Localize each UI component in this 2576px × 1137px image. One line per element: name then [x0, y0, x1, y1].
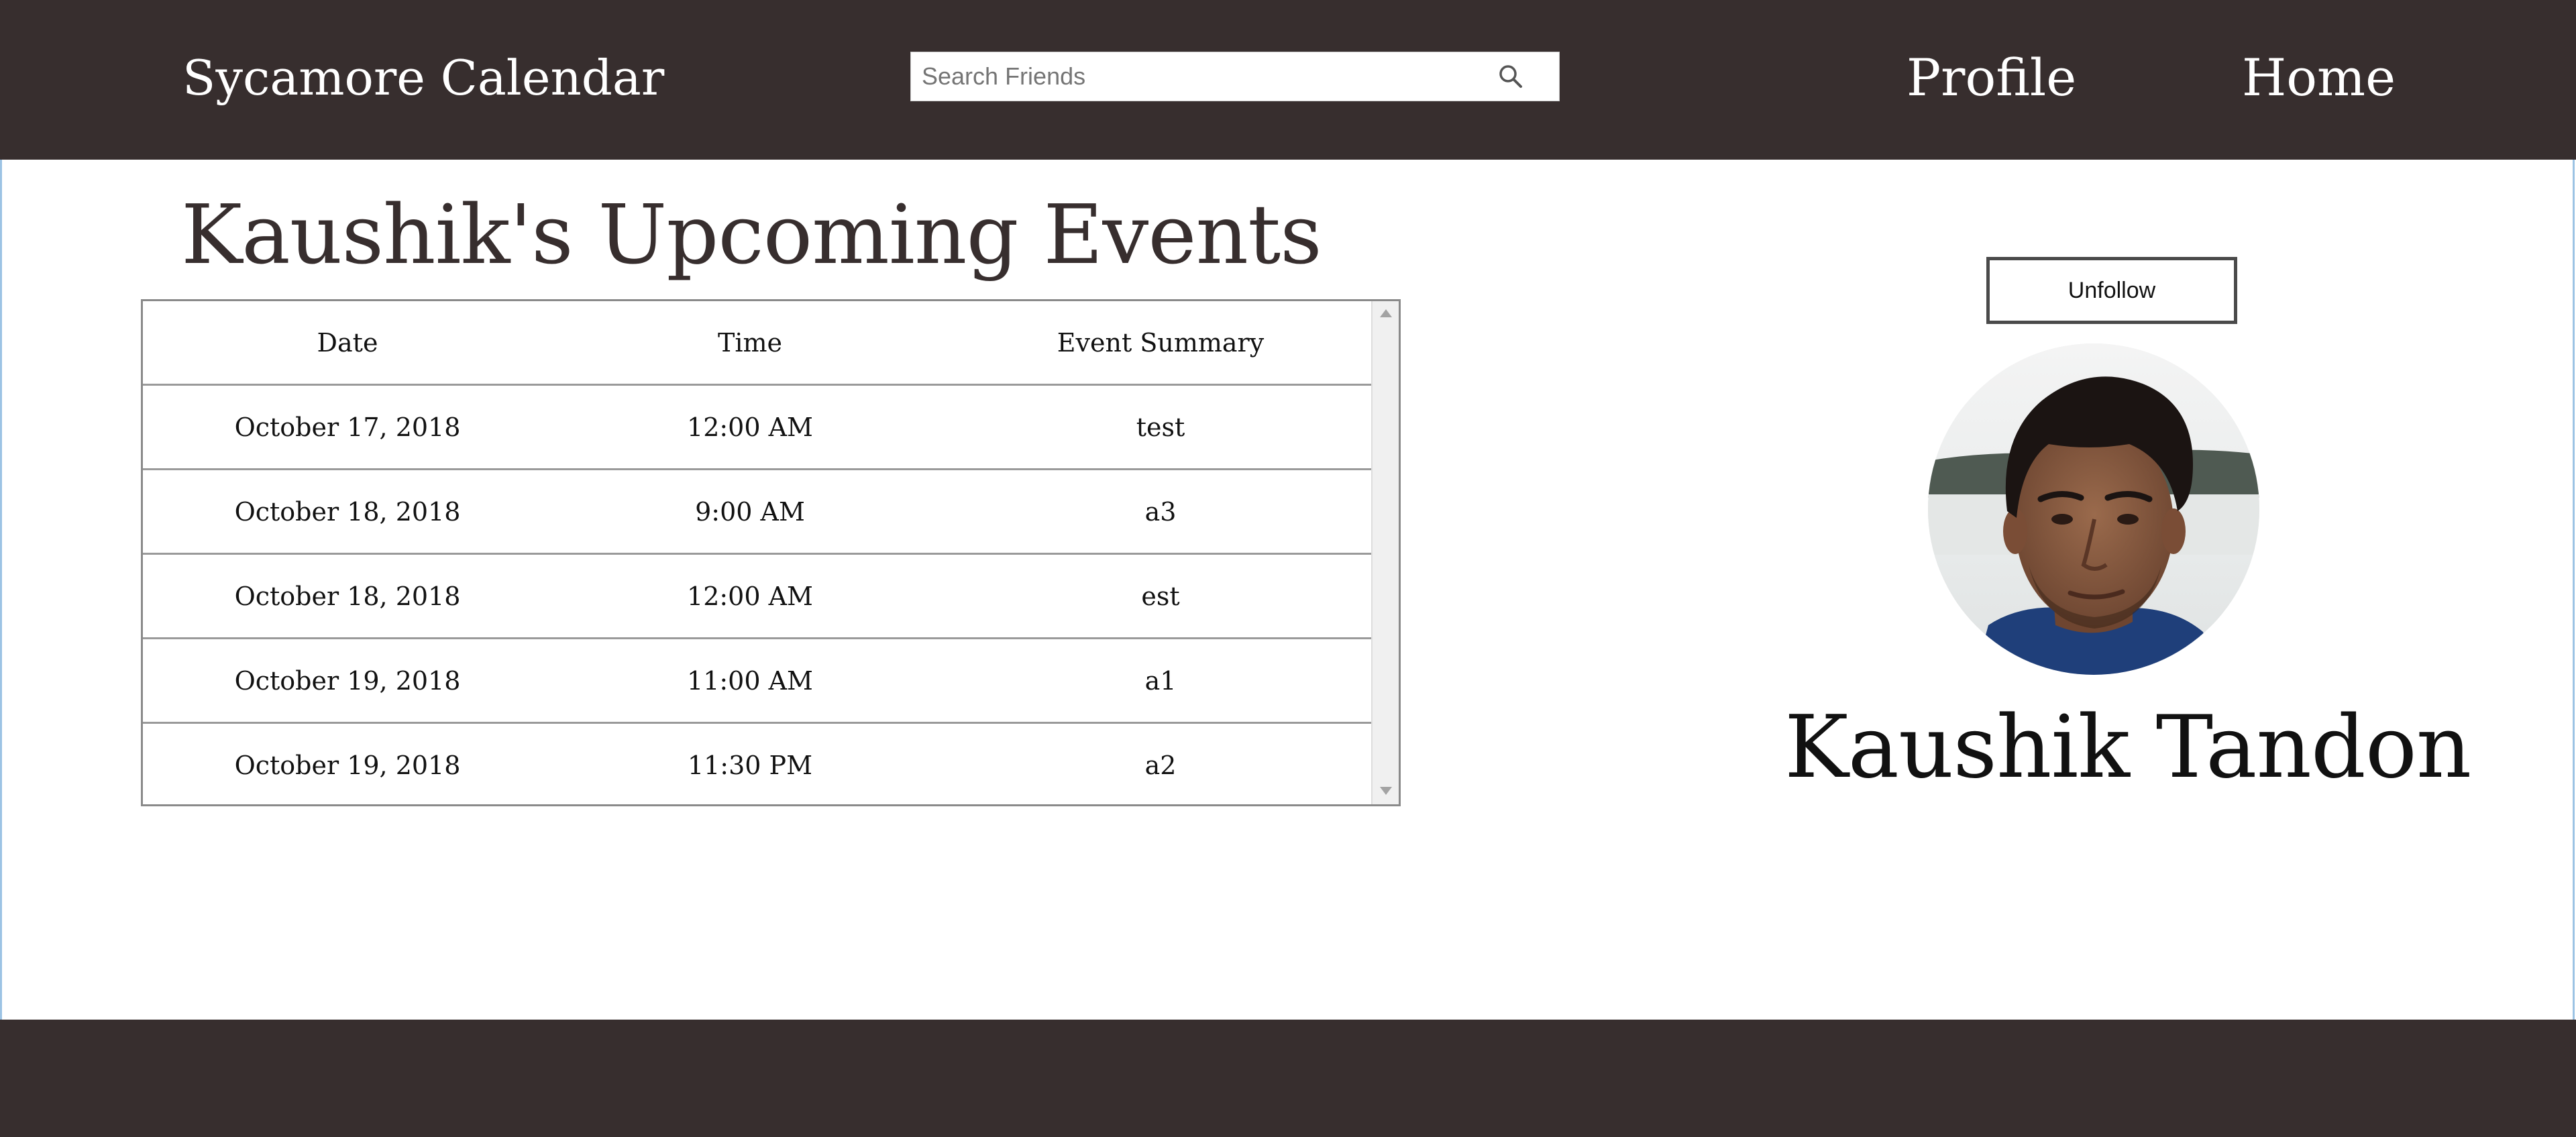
events-table-container[interactable]: Date Time Event Summary October 17, 2018…	[141, 299, 1401, 806]
event-summary: test	[948, 384, 1373, 470]
table-row[interactable]: October 19, 2018 11:00 AM a1	[143, 638, 1373, 724]
nav-profile-link[interactable]: Profile	[1907, 44, 2076, 111]
event-time: 12:00 AM	[552, 553, 948, 639]
unfollow-button[interactable]: Unfollow	[1986, 257, 2237, 324]
event-time: 12:00 AM	[552, 384, 948, 470]
event-summary: a2	[1144, 750, 1177, 780]
table-scrollbar[interactable]	[1371, 301, 1399, 804]
avatar	[1928, 343, 2259, 675]
event-summary: est	[948, 553, 1373, 639]
event-time: 11:30 PM	[687, 750, 813, 780]
page-title: Kaushik's Upcoming Events	[181, 187, 1322, 282]
event-summary: a3	[948, 469, 1373, 555]
nav-home-link[interactable]: Home	[2242, 44, 2396, 111]
event-date: October 19, 2018	[234, 750, 461, 780]
event-time: 9:00 AM	[552, 469, 948, 555]
search-input[interactable]	[911, 52, 1501, 101]
scroll-up-arrow-icon[interactable]	[1380, 309, 1392, 317]
column-header-date: Date	[143, 301, 552, 386]
table-row[interactable]: October 19, 2018 11:30 PM a2	[143, 723, 1373, 805]
search-box[interactable]	[910, 52, 1560, 101]
brand-title[interactable]: Sycamore Calendar	[182, 44, 664, 111]
left-edge-line	[0, 160, 2, 1020]
table-header-row: Date Time Event Summary	[143, 301, 1373, 386]
profile-name: Kaushik Tandon	[1784, 698, 2471, 798]
events-table: Date Time Event Summary October 17, 2018…	[143, 301, 1373, 805]
header-bar: Sycamore Calendar Profile Home	[0, 0, 2576, 160]
page: Sycamore Calendar Profile Home Kaushik's…	[0, 0, 2576, 1137]
footer-bar	[0, 1020, 2576, 1137]
right-edge-line	[2573, 160, 2575, 1020]
event-date: October 18, 2018	[143, 469, 552, 555]
scroll-down-arrow-icon[interactable]	[1380, 787, 1392, 795]
table-row[interactable]: October 18, 2018 9:00 AM a3	[143, 469, 1373, 555]
column-header-summary: Event Summary	[948, 301, 1373, 386]
column-header-time: Time	[552, 301, 948, 386]
search-icon[interactable]	[1496, 62, 1525, 91]
table-row[interactable]: October 17, 2018 12:00 AM test	[143, 384, 1373, 470]
event-date: October 17, 2018	[143, 384, 552, 470]
avatar-photo	[1928, 343, 2259, 675]
event-summary: a1	[948, 638, 1373, 724]
table-row[interactable]: October 18, 2018 12:00 AM est	[143, 553, 1373, 639]
event-date: October 18, 2018	[143, 553, 552, 639]
event-time: 11:00 AM	[552, 638, 948, 724]
event-date: October 19, 2018	[143, 638, 552, 724]
